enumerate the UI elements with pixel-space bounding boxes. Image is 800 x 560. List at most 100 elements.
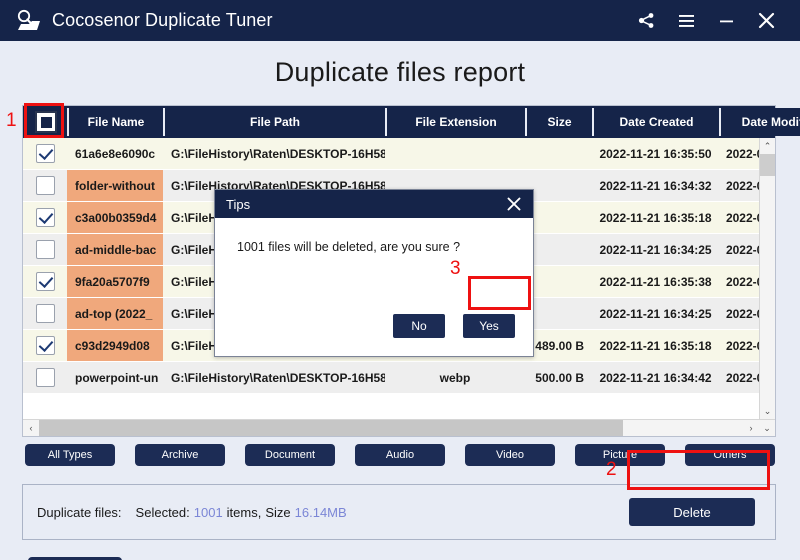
cell-created: 2022-11-21 16:34:32 <box>599 178 712 193</box>
share-icon[interactable] <box>626 0 666 41</box>
dialog-button-row: No Yes <box>393 310 519 342</box>
dialog-yes-wrapper: Yes <box>459 310 519 342</box>
cell-name: 61a6e8e6090c <box>75 146 156 161</box>
cell-size <box>525 138 592 169</box>
scroll-down-icon[interactable]: ⌄ <box>760 403 775 419</box>
cell-created: 2022-11-21 16:35:38 <box>599 274 712 289</box>
column-header-date-created[interactable]: Date Created <box>594 108 721 136</box>
scroll-corner-icon[interactable]: ⌄ <box>759 420 775 436</box>
horizontal-scroll-thumb[interactable] <box>39 420 624 436</box>
column-header-file-name[interactable]: File Name <box>69 108 165 136</box>
row-checkbox-cell[interactable] <box>23 330 67 361</box>
filter-button-picture[interactable]: Picture <box>575 444 665 466</box>
filter-button-document[interactable]: Document <box>245 444 335 466</box>
cell-created: 2022-11-21 16:34:25 <box>599 306 712 321</box>
filter-button-archive[interactable]: Archive <box>135 444 225 466</box>
cell-size <box>525 234 592 265</box>
cell-name: powerpoint-un <box>75 370 159 385</box>
scroll-right-icon[interactable]: › <box>743 420 759 436</box>
row-checkbox-cell[interactable] <box>23 298 67 329</box>
table-vertical-scrollbar[interactable]: ⌃ ⌄ <box>759 138 775 419</box>
cell-size <box>525 202 592 233</box>
column-header-file-extension[interactable]: File Extension <box>387 108 527 136</box>
dialog-no-button[interactable]: No <box>393 314 445 338</box>
row-checkbox-cell[interactable] <box>23 202 67 233</box>
close-icon[interactable] <box>746 0 786 41</box>
select-all-checkbox-mark <box>40 116 52 128</box>
cell-name: ad-top (2022_ <box>67 298 163 329</box>
row-checkbox-cell[interactable] <box>23 266 67 297</box>
scroll-up-icon[interactable]: ⌃ <box>760 138 775 154</box>
dialog-yes-button[interactable]: Yes <box>463 314 515 338</box>
row-checkbox-cell[interactable] <box>23 170 67 201</box>
cell-created: 2022-11-21 16:35:50 <box>599 146 712 161</box>
table-horizontal-scrollbar[interactable]: ‹ › ⌄ <box>23 419 775 436</box>
delete-button-wrapper: Delete <box>623 492 761 532</box>
tips-dialog: Tips 1001 files will be deleted, are you… <box>214 189 534 357</box>
summary-size-label: Size <box>265 504 291 520</box>
annotation-number-3: 3 <box>450 258 461 279</box>
select-all-checkbox[interactable] <box>35 111 57 133</box>
vertical-scroll-thumb[interactable] <box>760 154 775 176</box>
cell-created: 2022-11-21 16:34:25 <box>599 242 712 257</box>
filter-button-others[interactable]: Others <box>685 444 775 466</box>
minimize-icon[interactable] <box>706 0 746 41</box>
cell-modified: 2022-04-19 13:43:2 <box>725 306 759 321</box>
cell-name: c3a00b0359d4 <box>67 202 163 233</box>
cell-created: 2022-11-21 16:35:18 <box>599 210 712 225</box>
cell-name: 9fa20a5707f9 <box>67 266 163 297</box>
row-checkbox[interactable] <box>35 304 55 323</box>
filter-button-video[interactable]: Video <box>465 444 555 466</box>
row-checkbox[interactable] <box>35 240 55 259</box>
app-logo-icon <box>16 9 42 33</box>
cell-ext <box>385 138 525 169</box>
summary-text: Duplicate files: Selected: 1001 items, S… <box>37 505 347 520</box>
cell-name: folder-without <box>67 170 163 201</box>
summary-selected-count: 1001 <box>193 504 223 520</box>
column-header-date-modified[interactable]: Date Modified <box>721 108 800 136</box>
select-all-header-cell[interactable] <box>25 108 69 136</box>
scroll-left-icon[interactable]: ‹ <box>23 420 39 436</box>
dialog-title: Tips <box>226 196 251 212</box>
cell-name: ad-middle-bac <box>67 234 163 265</box>
file-type-filter-bar: All Types Archive Document Audio Video Pictur… <box>22 444 778 466</box>
row-checkbox[interactable] <box>35 144 55 163</box>
table-row[interactable]: 61a6e8e6090c G:\FileHistory\Raten\DESKTOP… <box>23 138 759 170</box>
table-row[interactable]: powerpoint-un G:\FileHistory\Raten\DESKTO… <box>23 362 759 394</box>
row-checkbox[interactable] <box>35 176 55 195</box>
filter-button-all-types[interactable]: All Types <box>25 444 115 466</box>
dialog-body: 1001 files will be deleted, are you sure… <box>215 218 533 356</box>
row-checkbox-cell[interactable] <box>23 362 67 393</box>
annotation-number-2: 2 <box>606 459 617 480</box>
row-checkbox[interactable] <box>35 368 55 387</box>
cell-modified: 2022-04-19 13:43:2 <box>725 146 759 161</box>
row-checkbox[interactable] <box>35 336 55 355</box>
cell-size: 489.00 B <box>535 338 584 353</box>
row-checkbox-cell[interactable] <box>23 234 67 265</box>
annotation-number-1: 1 <box>6 110 17 131</box>
menu-icon[interactable] <box>666 0 706 41</box>
horizontal-scroll-track[interactable] <box>39 420 743 436</box>
cell-modified: 2022-04-19 13:43:2 <box>725 274 759 289</box>
cell-created: 2022-11-21 16:35:18 <box>599 338 712 353</box>
summary-size-value: 16.14MB <box>294 504 347 520</box>
row-checkbox[interactable] <box>35 208 55 227</box>
filter-button-audio[interactable]: Audio <box>355 444 445 466</box>
row-checkbox-cell[interactable] <box>23 138 67 169</box>
dialog-close-icon[interactable] <box>503 193 525 215</box>
column-header-file-path[interactable]: File Path <box>165 108 387 136</box>
summary-selected-label: Selected: <box>135 504 190 520</box>
table-header-row: File Name File Path File Extension Size … <box>23 106 800 138</box>
page-title: Duplicate files report <box>274 57 526 87</box>
main-content: Duplicate files report File Name File Pa… <box>0 41 800 560</box>
summary-bar: Duplicate files: Selected: 1001 items, S… <box>22 484 776 540</box>
row-checkbox[interactable] <box>35 272 55 291</box>
cell-ext: webp <box>439 370 471 385</box>
cell-modified: 2022-04-29 09:42:1 <box>725 370 759 385</box>
delete-button[interactable]: Delete <box>629 498 755 526</box>
cell-size: 500.00 B <box>535 370 584 385</box>
column-header-size[interactable]: Size <box>527 108 594 136</box>
app-title: Cocosenor Duplicate Tuner <box>52 10 273 30</box>
cell-modified: 2022-04-19 13:43:2 <box>725 242 759 257</box>
title-bar: Cocosenor Duplicate Tuner <box>0 0 800 41</box>
